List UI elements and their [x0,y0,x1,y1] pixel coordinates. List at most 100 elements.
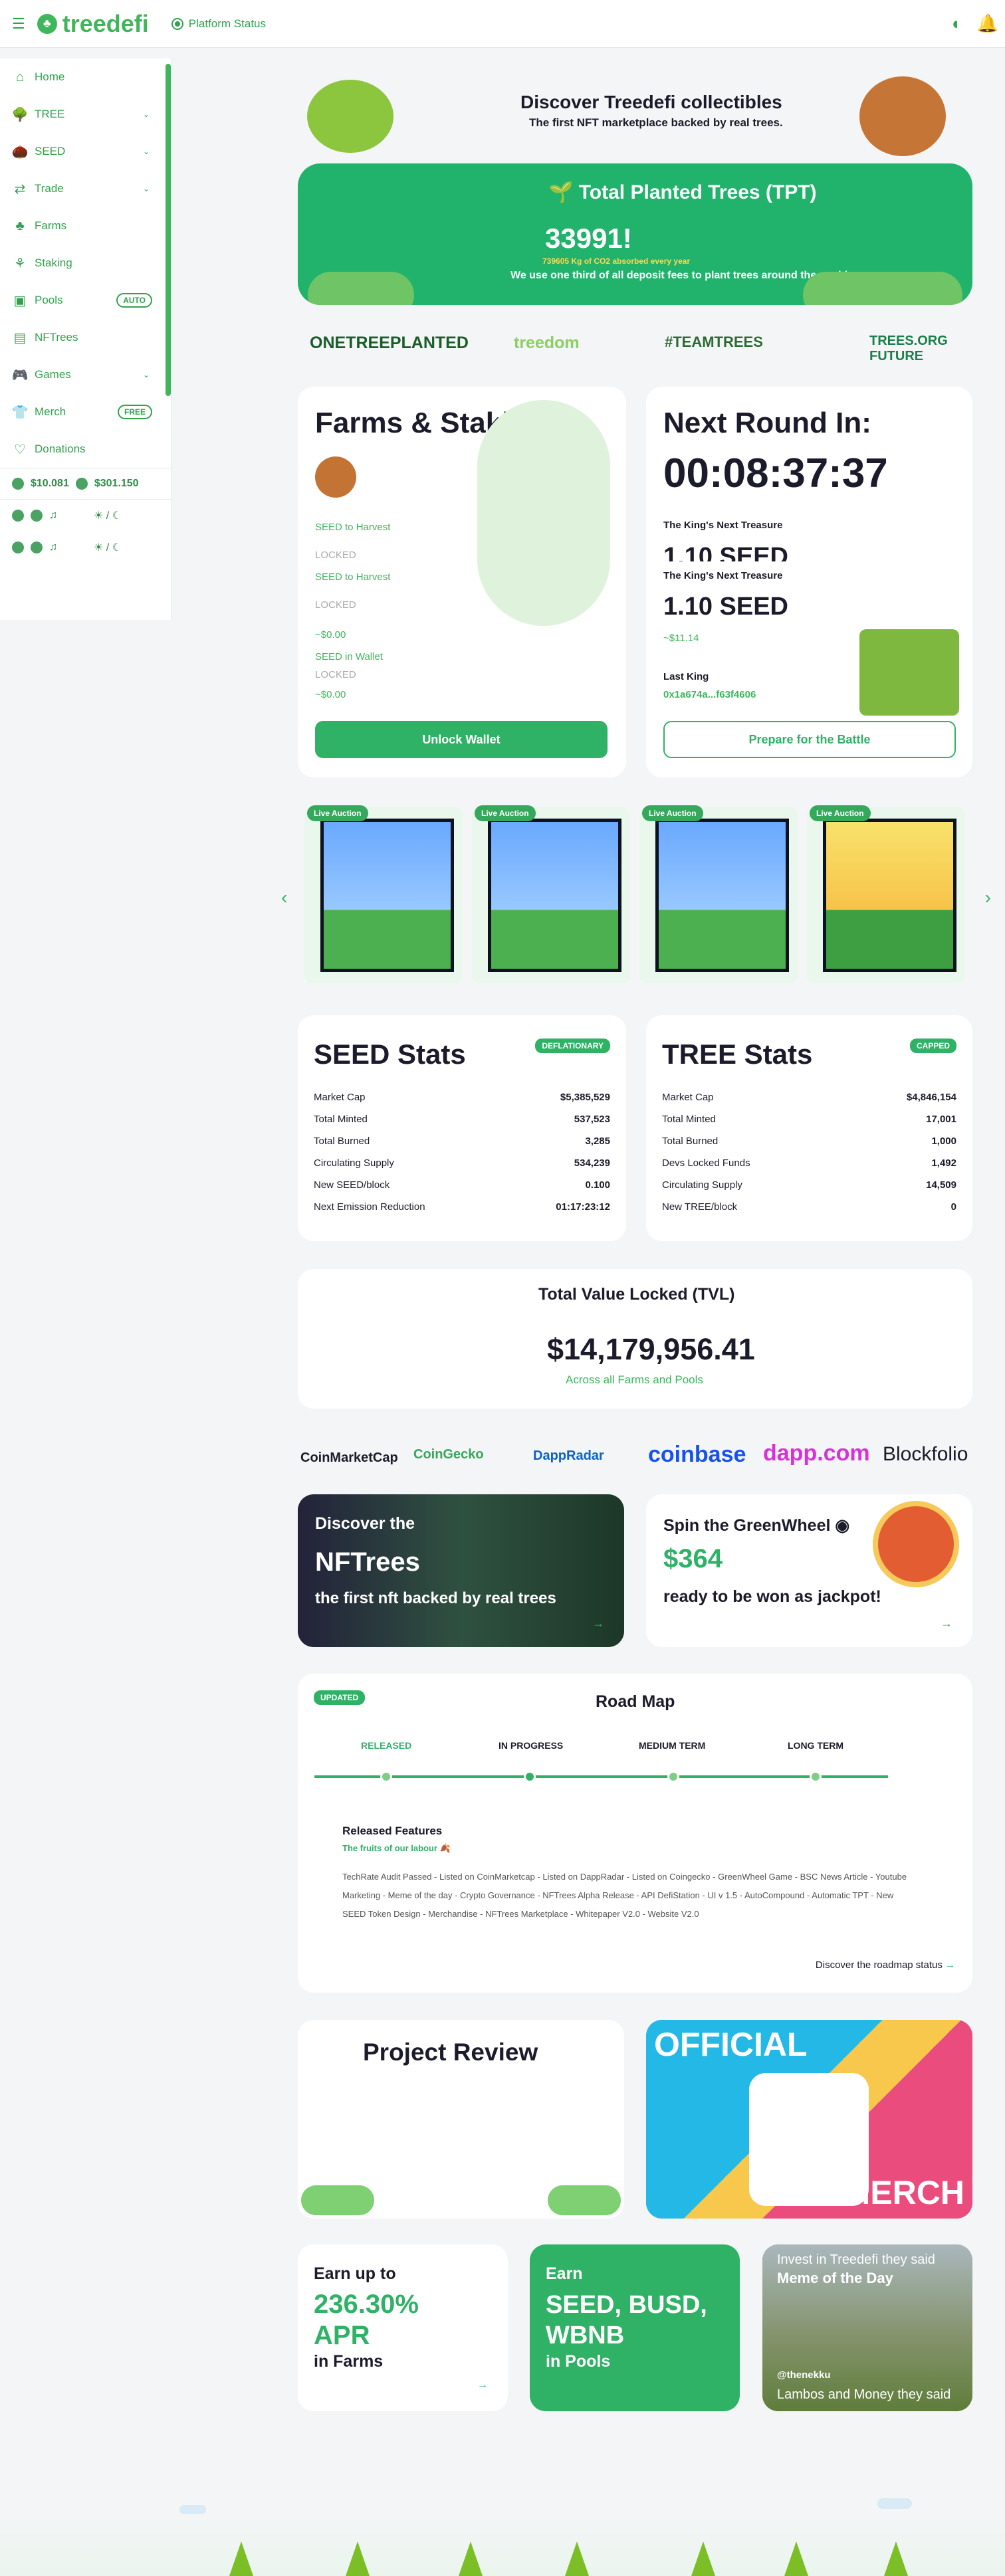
tpt-count: 33991! [545,223,632,254]
auction-card[interactable]: Live Auction [472,805,630,983]
treasure-label: The King's Next Treasure [663,520,783,531]
phase-released[interactable]: RELEASED [361,1740,411,1751]
exchange-blockfolio[interactable]: Blockfolio [883,1443,968,1466]
co2-absorbed: 739605 Kg of CO2 absorbed every year [542,256,691,266]
twitter-icon[interactable]: ♫ [49,510,57,522]
stat-row: Market Cap $5,385,529 [314,1092,610,1103]
apr-unit: APR [314,2321,370,2350]
exchange-coinbase[interactable]: coinbase [648,1442,746,1468]
heart-icon: ♡ [14,442,26,457]
round-timer: 00:08:37:37 [663,450,888,496]
merch-card[interactable]: OFFICIAL MERCH [646,2020,972,2219]
telegram-icon[interactable] [12,542,24,553]
roadmap-card: UPDATED Road Map RELEASED IN PROGRESS ME… [298,1674,972,1993]
tree-mascot-watermark [477,400,610,626]
meme-user: @thenekku [777,2369,831,2381]
chevron-left-icon[interactable]: ‹ [281,887,287,908]
last-king-address[interactable]: 0x1a674a...f63f4606 [663,689,756,700]
sidebar-item-merch[interactable]: 👕 Merch FREE [0,393,171,431]
chevron-right-icon[interactable]: › [985,887,991,908]
telegram-icon[interactable] [12,510,24,522]
sidebar-item-tree[interactable]: 🌳 TREE ⌄ [0,96,171,133]
timeline-dot [524,1771,536,1783]
meme-title: Meme of the Day [777,2270,893,2286]
treasure-value: 1.10 SEED [663,543,788,561]
greenwheel-title: Spin the GreenWheel ◉ [663,1516,850,1535]
footer-tree [784,2541,808,2576]
footer-tree [884,2541,908,2576]
last-king-label: Last King [663,671,709,682]
sidebar-item-nftrees[interactable]: ▤ NFTrees [0,319,171,356]
home-icon: ⌂ [15,69,25,84]
sidebar-item-pools[interactable]: ▣ Pools AUTO [0,282,171,319]
project-review-card[interactable]: Project Review [298,2020,624,2219]
phase-medium-term[interactable]: MEDIUM TERM [639,1740,705,1751]
features-list: TechRate Audit Passed - Listed on CoinMa… [342,1872,907,1919]
meme-of-day-card[interactable]: Invest in Treedefi they said Meme of the… [762,2244,972,2411]
locked-value: LOCKED [315,549,356,561]
notification-bell-icon[interactable]: 🔔 [977,13,998,34]
unlock-wallet-button[interactable]: Unlock Wallet [315,721,608,758]
partner-teamtrees[interactable]: #TEAMTREES [665,334,763,351]
wallet-usd: ~$0.00 [315,689,346,700]
features-subtitle: The fruits of our labour 🍂 [342,1843,451,1853]
stat-row: Total Burned 1,000 [662,1136,956,1147]
phase-long-term[interactable]: LONG TERM [788,1740,843,1751]
tree-characters [548,2185,621,2215]
leaf-icon: 🍂 [439,1843,451,1853]
auction-card[interactable]: Live Auction [639,805,798,983]
roadmap-link[interactable]: Discover the roadmap status → [816,1959,955,1971]
auction-card[interactable]: Live Auction [807,805,965,983]
sun-icon[interactable]: ☀ / ☾ [94,509,122,522]
stat-row: Devs Locked Funds 1,492 [662,1157,956,1169]
seed-wallet-label: SEED in Wallet [315,651,383,662]
sidebar-item-staking[interactable]: ⚘ Staking [0,245,171,282]
farms-staking-card: Farms & Staking SEED to Harvest LOCKED S… [298,387,626,777]
sidebar-item-home[interactable]: ⌂ Home [0,58,171,96]
farms-apr-card[interactable]: Earn up to 236.30% APR in Farms → [298,2244,508,2411]
top-navigation: ☰ ♣ treedefi Platform Status ◐ 🔔 [0,0,1005,48]
nft-image [320,819,454,972]
arrow-right-icon: → [592,1617,604,1630]
gamepad-icon: 🎮 [11,367,29,383]
exchange-dappradar[interactable]: DappRadar [533,1448,604,1464]
tree-mascot [307,80,393,153]
auction-card[interactable]: Live Auction [304,805,463,983]
menu-icon[interactable]: ☰ [12,15,25,33]
exchange-dappcom[interactable]: dapp.com [763,1440,870,1466]
theme-toggle-icon[interactable]: ☀ / ☾ [94,541,122,554]
trade-icon: ⇄ [14,181,26,197]
tree-price-icon [12,478,24,490]
seed-token-icon: 🌰 [11,144,29,159]
cloud-icon [877,2498,912,2509]
hero-subtitle: The first NFT marketplace backed by real… [529,116,783,129]
live-auction-tag: Live Auction [307,805,368,821]
prepare-battle-button[interactable]: Prepare for the Battle [663,721,956,758]
sidebar-item-seed[interactable]: 🌰 SEED ⌄ [0,133,171,170]
platform-status[interactable]: Platform Status [171,17,266,31]
sidebar-item-games[interactable]: 🎮 Games ⌄ [0,356,171,393]
twitter-icon[interactable]: ♫ [49,542,57,553]
exchange-coinmarketcap[interactable]: CoinMarketCap [300,1450,398,1466]
medium-icon[interactable] [31,510,43,522]
nftrees-promo-card[interactable]: Discover the NFTrees the first nft backe… [298,1494,624,1647]
partner-onetreeplanted[interactable]: ONETREEPLANTED [310,334,469,353]
medium-icon[interactable] [31,542,43,553]
sidebar-item-farms[interactable]: ♣ Farms [0,207,171,245]
roulette-icon: ◉ [835,1516,850,1535]
sidebar-item-trade[interactable]: ⇄ Trade ⌄ [0,170,171,207]
seed-price-icon [75,478,88,490]
next-round-card: Next Round In: 00:08:37:37 The King's Ne… [646,387,972,777]
stat-row: Circulating Supply 14,509 [662,1179,956,1191]
partner-treedom[interactable]: treedom [514,334,580,353]
greenwheel-promo-card[interactable]: Spin the GreenWheel ◉ $364 ready to be w… [646,1494,972,1647]
language-icon[interactable]: ◐ [952,13,962,34]
timeline-dot [667,1771,679,1783]
exchange-coingecko[interactable]: CoinGecko [413,1447,484,1462]
phase-in-progress[interactable]: IN PROGRESS [499,1740,563,1751]
logo[interactable]: ♣ treedefi [37,10,149,38]
partner-trees-org[interactable]: TREES.ORG FUTURE [869,334,1005,364]
sidebar-item-donations[interactable]: ♡ Donations [0,431,171,468]
stat-row: New TREE/block 0 [662,1201,956,1213]
pools-earn-card[interactable]: Earn SEED, BUSD, WBNB in Pools [530,2244,740,2411]
